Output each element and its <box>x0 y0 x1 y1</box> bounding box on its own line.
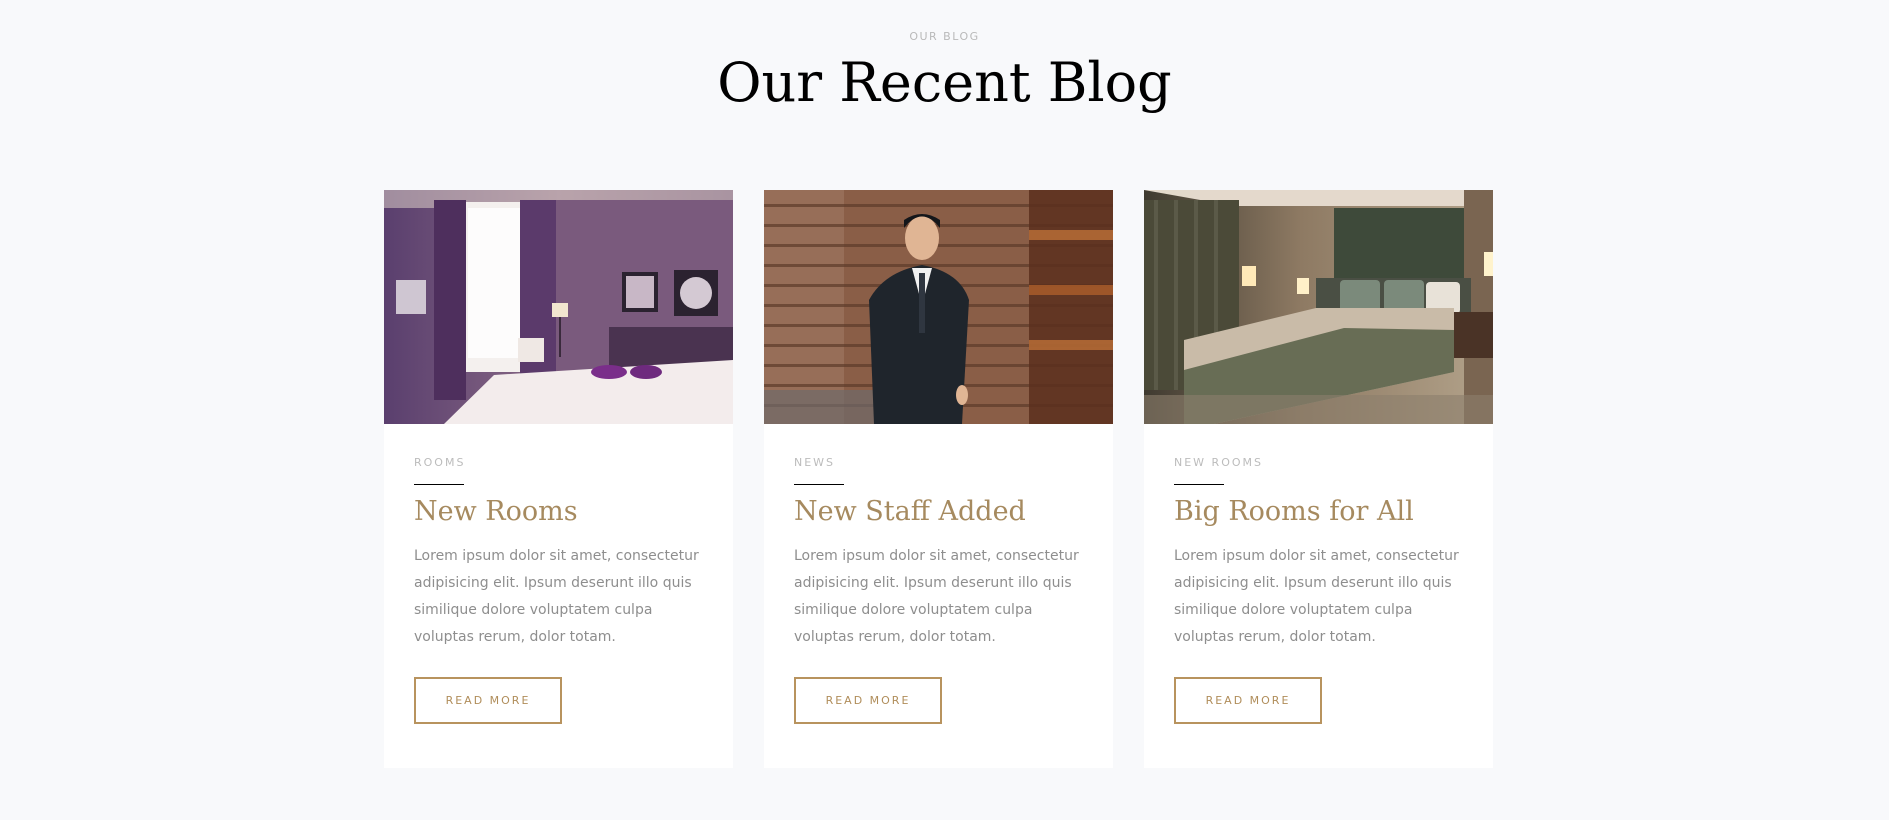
post-title[interactable]: New Staff Added <box>794 491 1094 533</box>
post-category[interactable]: NEW ROOMS <box>1174 456 1263 469</box>
blog-card-image[interactable] <box>1144 190 1493 424</box>
category-divider <box>1174 484 1224 485</box>
blog-card: ROOMS New Rooms Lorem ipsum dolor sit am… <box>384 190 733 768</box>
category-divider <box>414 484 464 485</box>
post-excerpt: Lorem ipsum dolor sit amet, consectetur … <box>1174 548 1459 645</box>
blog-card: NEW ROOMS Big Rooms for All Lorem ipsum … <box>1144 190 1493 768</box>
read-more-button[interactable]: READ MORE <box>414 677 562 724</box>
read-more-button[interactable]: READ MORE <box>794 677 942 724</box>
section-title: Our Recent Blog <box>717 51 1172 114</box>
post-excerpt: Lorem ipsum dolor sit amet, consectetur … <box>414 548 699 645</box>
post-title[interactable]: Big Rooms for All <box>1174 491 1474 533</box>
post-category[interactable]: ROOMS <box>414 456 465 469</box>
section-eyebrow: OUR BLOG <box>909 30 980 43</box>
post-title[interactable]: New Rooms <box>414 491 714 533</box>
blog-card-image[interactable] <box>764 190 1113 424</box>
blog-card-image[interactable] <box>384 190 733 424</box>
blog-card-list: ROOMS New Rooms Lorem ipsum dolor sit am… <box>384 190 1493 768</box>
post-excerpt: Lorem ipsum dolor sit amet, consectetur … <box>794 548 1079 645</box>
category-divider <box>794 484 844 485</box>
blog-card: NEWS New Staff Added Lorem ipsum dolor s… <box>764 190 1113 768</box>
read-more-button[interactable]: READ MORE <box>1174 677 1322 724</box>
post-category[interactable]: NEWS <box>794 456 835 469</box>
